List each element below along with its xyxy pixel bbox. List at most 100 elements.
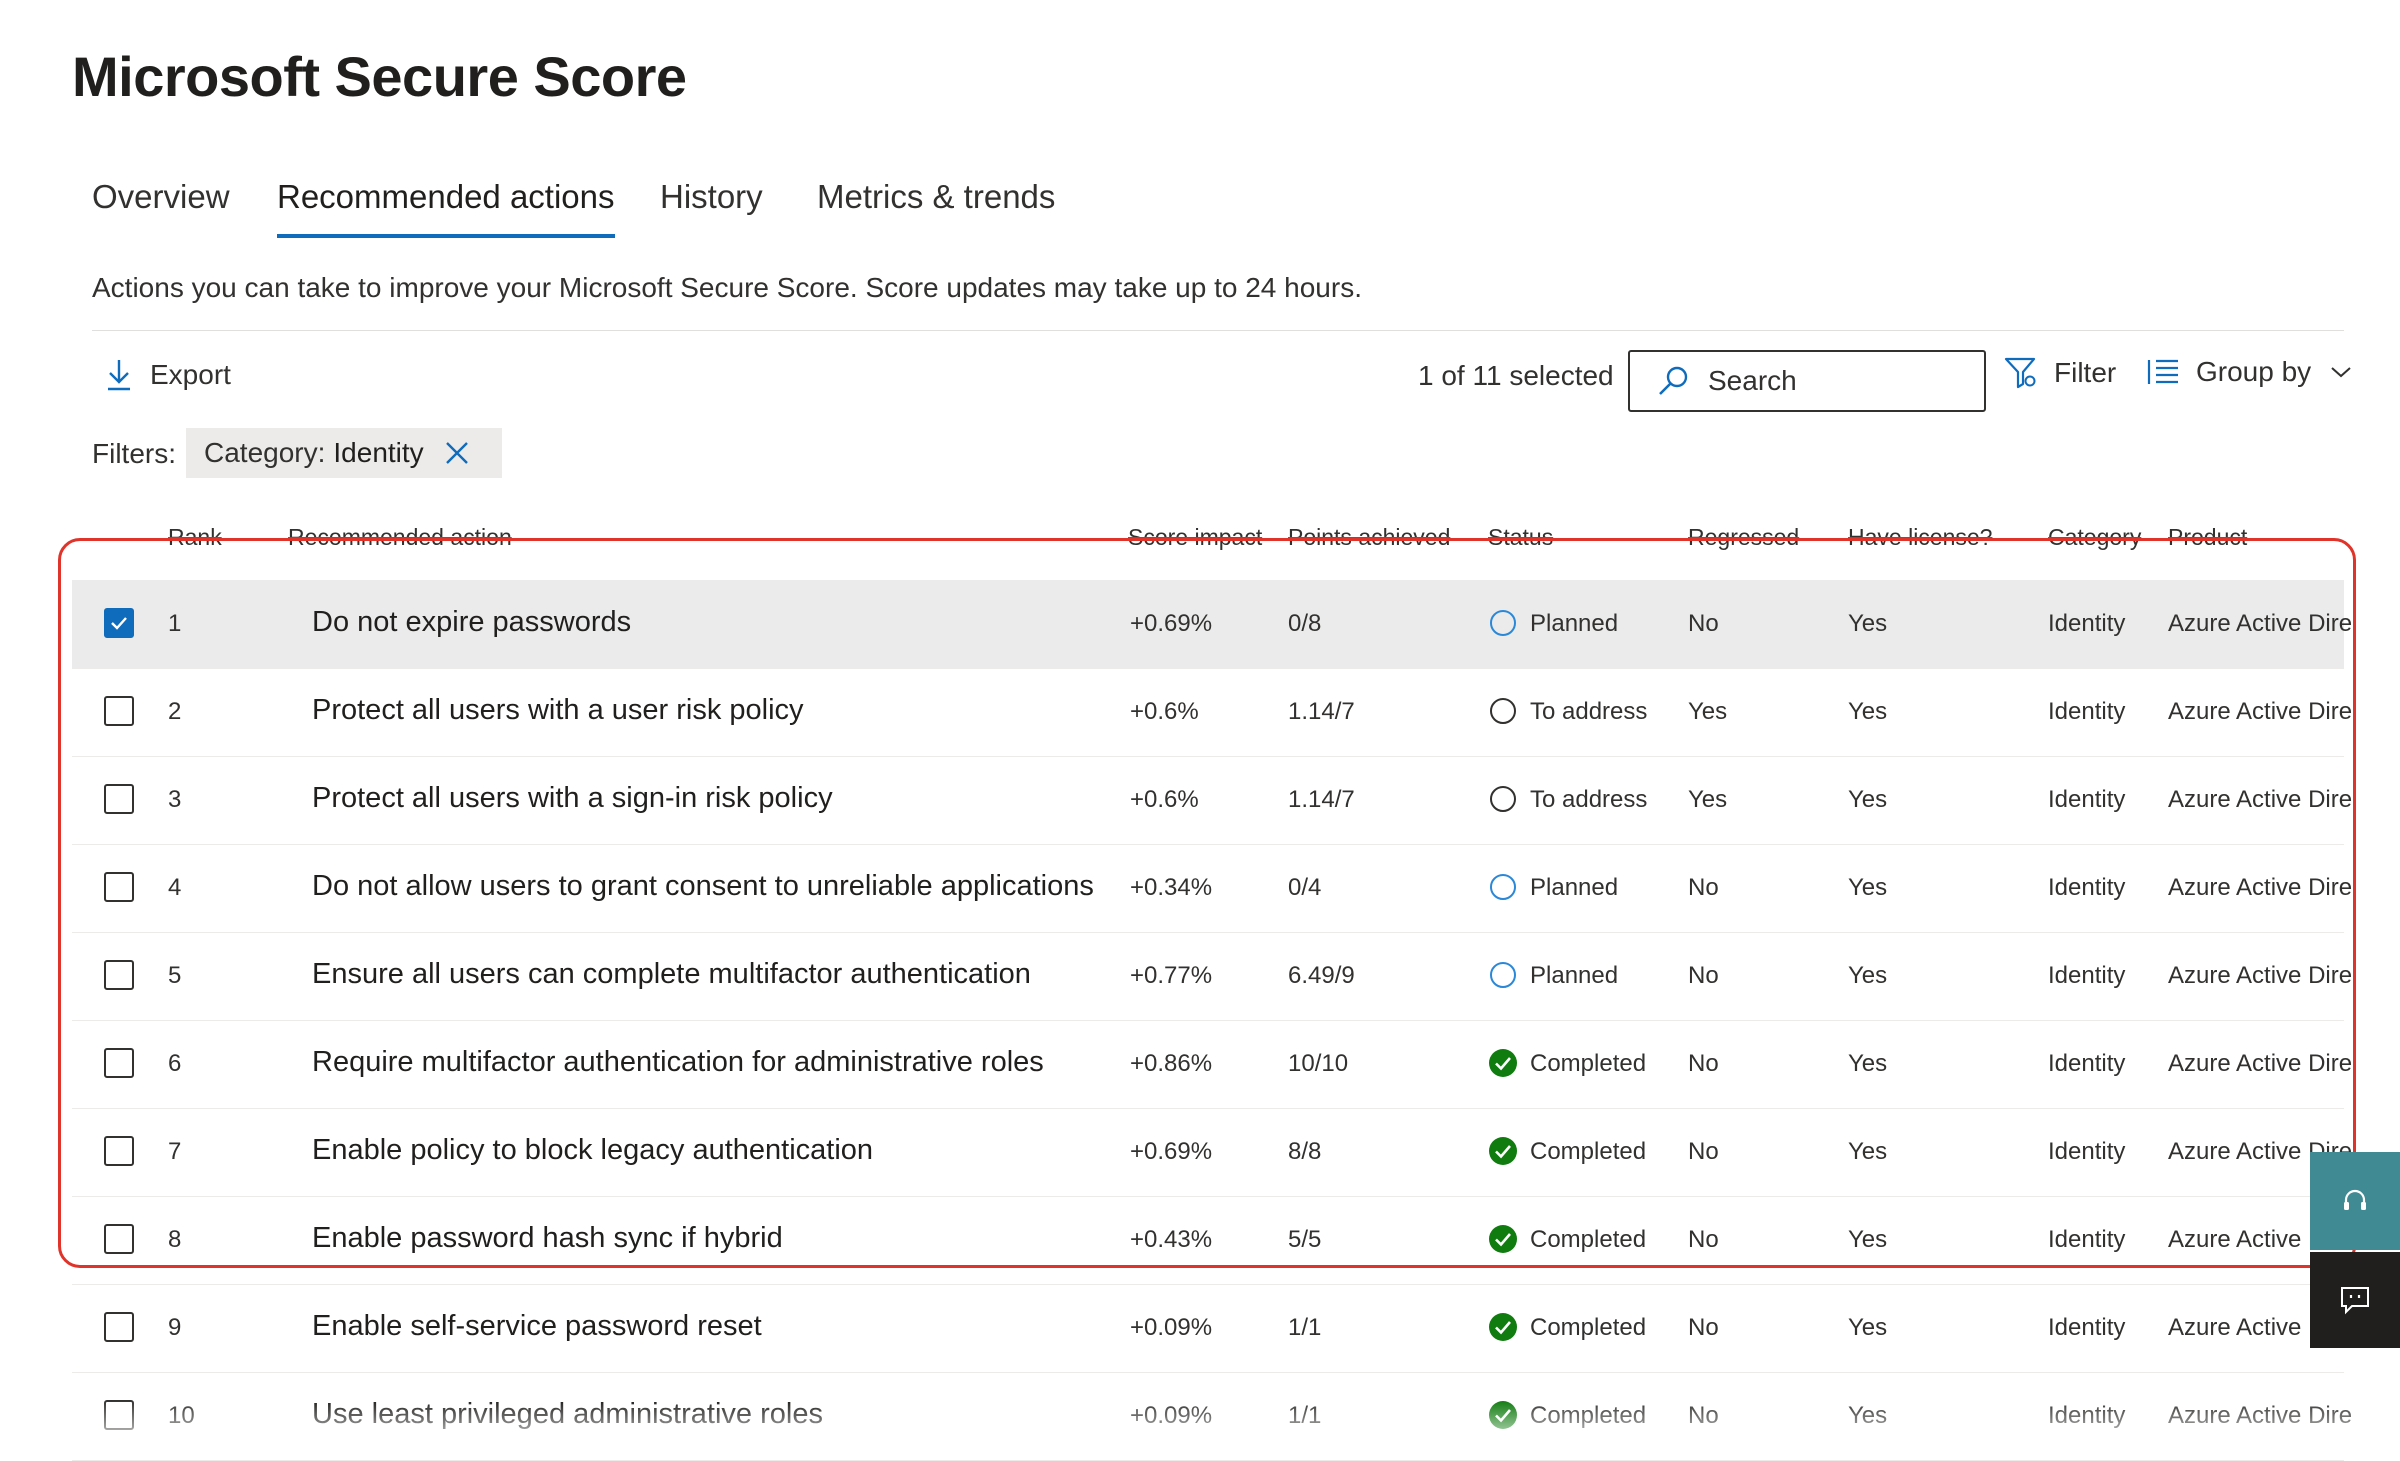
- recommended-action-cell[interactable]: Protect all users with a user risk polic…: [312, 694, 804, 727]
- score-impact-cell: +0.69%: [1130, 1138, 1213, 1165]
- selection-count: 1 of 11 selected: [1418, 360, 1614, 391]
- status-label: Planned: [1530, 874, 1619, 901]
- points-achieved-cell: 1/1: [1288, 1314, 1322, 1341]
- tab-history[interactable]: History: [660, 172, 763, 238]
- have-license-cell: Yes: [1848, 1402, 1888, 1429]
- category-cell: Identity: [2048, 1138, 2126, 1165]
- points-achieved-cell: 0/4: [1288, 874, 1322, 901]
- score-impact-cell: +0.69%: [1130, 610, 1213, 637]
- row-checkbox[interactable]: [104, 608, 134, 638]
- filter-pill-category: Category: Identity: [186, 428, 502, 478]
- row-checkbox[interactable]: [104, 1136, 134, 1166]
- have-license-cell: Yes: [1848, 874, 1888, 901]
- column-header-product[interactable]: Product: [2168, 524, 2247, 551]
- tab-overview[interactable]: Overview: [92, 172, 230, 238]
- column-header-status[interactable]: Status: [1488, 524, 1553, 551]
- recommended-action-cell[interactable]: Enable policy to block legacy authentica…: [312, 1134, 873, 1167]
- category-cell: Identity: [2048, 1402, 2126, 1429]
- group-by-button[interactable]: Group by: [2146, 356, 2353, 388]
- page-description: Actions you can take to improve your Mic…: [92, 272, 1362, 303]
- product-cell: Azure Active Dire: [2168, 962, 2353, 989]
- table-row[interactable]: 5 Ensure all users can complete multifact…: [72, 932, 2352, 1021]
- product-cell: Azure Active Dire: [2168, 1050, 2353, 1077]
- recommended-action-cell[interactable]: Enable self-service password reset: [312, 1310, 762, 1343]
- search-input[interactable]: [1706, 364, 1960, 398]
- column-header-points-achieved[interactable]: Points achieved: [1288, 524, 1450, 551]
- filter-button[interactable]: Filter: [2004, 356, 2116, 390]
- recommended-action-cell[interactable]: Ensure all users can complete multifacto…: [312, 958, 1031, 991]
- rank-cell: 3: [168, 786, 182, 813]
- table-row[interactable]: 2 Protect all users with a user risk poli…: [72, 668, 2352, 757]
- status-label: Completed: [1530, 1314, 1647, 1341]
- export-label: Export: [150, 359, 231, 390]
- have-license-cell: Yes: [1848, 610, 1888, 637]
- row-checkbox[interactable]: [104, 1400, 134, 1430]
- support-button[interactable]: [2310, 1152, 2400, 1250]
- tab-metrics-trends[interactable]: Metrics & trends: [817, 172, 1055, 238]
- points-achieved-cell: 8/8: [1288, 1138, 1322, 1165]
- score-impact-cell: +0.09%: [1130, 1314, 1213, 1341]
- regressed-cell: No: [1688, 610, 1719, 637]
- table-row[interactable]: 9 Enable self-service password reset +0.09…: [72, 1284, 2344, 1373]
- table-row[interactable]: 10 Use least privileged administrative ro…: [72, 1372, 2352, 1461]
- have-license-cell: Yes: [1848, 1314, 1888, 1341]
- filter-label: Filter: [2054, 357, 2117, 388]
- regressed-cell: Yes: [1688, 698, 1728, 725]
- completed-check-icon: [1488, 1400, 1517, 1429]
- score-impact-cell: +0.6%: [1130, 786, 1199, 813]
- table-row[interactable]: 3 Protect all users with a sign-in risk p…: [72, 756, 2352, 845]
- row-checkbox[interactable]: [104, 696, 134, 726]
- score-impact-cell: +0.86%: [1130, 1050, 1213, 1077]
- recommended-action-cell[interactable]: Protect all users with a sign-in risk po…: [312, 782, 833, 815]
- tab-recommended-actions[interactable]: Recommended actions: [277, 172, 615, 238]
- export-button[interactable]: Export: [104, 358, 231, 392]
- recommended-action-cell[interactable]: Enable password hash sync if hybrid: [312, 1222, 783, 1255]
- have-license-cell: Yes: [1848, 1226, 1888, 1253]
- product-cell: Azure Active: [2168, 1314, 2302, 1341]
- row-checkbox[interactable]: [104, 872, 134, 902]
- category-cell: Identity: [2048, 786, 2126, 813]
- to-address-circle-icon: [1488, 696, 1516, 724]
- row-checkbox[interactable]: [104, 1048, 134, 1078]
- table-row[interactable]: 7 Enable policy to block legacy authentic…: [72, 1108, 2352, 1197]
- column-header-have-license[interactable]: Have license?: [1848, 524, 1992, 551]
- status-label: To address: [1530, 698, 1648, 725]
- table-row[interactable]: 1 Do not expire passwords +0.69% 0/8 Planned…: [72, 580, 2352, 669]
- search-box[interactable]: [1628, 350, 1986, 412]
- row-checkbox[interactable]: [104, 960, 134, 990]
- product-cell: Azure Active Dire: [2168, 874, 2353, 901]
- points-achieved-cell: 5/5: [1288, 1226, 1322, 1253]
- column-header-recommended-action[interactable]: Recommended action: [288, 524, 512, 551]
- filter-pill-key: Category:: [204, 437, 326, 468]
- divider: [92, 330, 2344, 331]
- column-header-score-impact[interactable]: Score impact: [1128, 524, 1262, 551]
- column-header-regressed[interactable]: Regressed: [1688, 524, 1799, 551]
- row-checkbox[interactable]: [104, 784, 134, 814]
- planned-circle-icon: [1488, 608, 1516, 636]
- have-license-cell: Yes: [1848, 1138, 1888, 1165]
- completed-check-icon: [1488, 1136, 1517, 1165]
- row-checkbox[interactable]: [104, 1312, 134, 1342]
- recommended-action-cell[interactable]: Use least privileged administrative role…: [312, 1398, 823, 1431]
- score-impact-cell: +0.43%: [1130, 1226, 1213, 1253]
- status-label: Completed: [1530, 1050, 1647, 1077]
- recommended-action-cell[interactable]: Do not allow users to grant consent to u…: [312, 870, 1094, 903]
- recommended-action-cell[interactable]: Require multifactor authentication for a…: [312, 1046, 1044, 1079]
- table-row[interactable]: 8 Enable password hash sync if hybrid +0.4…: [72, 1196, 2344, 1285]
- feedback-button[interactable]: [2310, 1252, 2400, 1348]
- close-icon[interactable]: [444, 440, 470, 466]
- column-header-rank[interactable]: Rank: [168, 524, 222, 551]
- status-label: To address: [1530, 786, 1648, 813]
- regressed-cell: No: [1688, 874, 1719, 901]
- status-label: Completed: [1530, 1402, 1647, 1429]
- table-row[interactable]: 4 Do not allow users to grant consent to …: [72, 844, 2352, 933]
- recommended-action-cell[interactable]: Do not expire passwords: [312, 606, 631, 639]
- have-license-cell: Yes: [1848, 698, 1888, 725]
- regressed-cell: No: [1688, 1050, 1719, 1077]
- row-checkbox[interactable]: [104, 1224, 134, 1254]
- filters-label: Filters:: [92, 438, 176, 469]
- completed-check-icon: [1488, 1048, 1517, 1077]
- status-label: Completed: [1530, 1138, 1647, 1165]
- table-row[interactable]: 6 Require multifactor authentication for …: [72, 1020, 2352, 1109]
- column-header-category[interactable]: Category: [2048, 524, 2141, 551]
